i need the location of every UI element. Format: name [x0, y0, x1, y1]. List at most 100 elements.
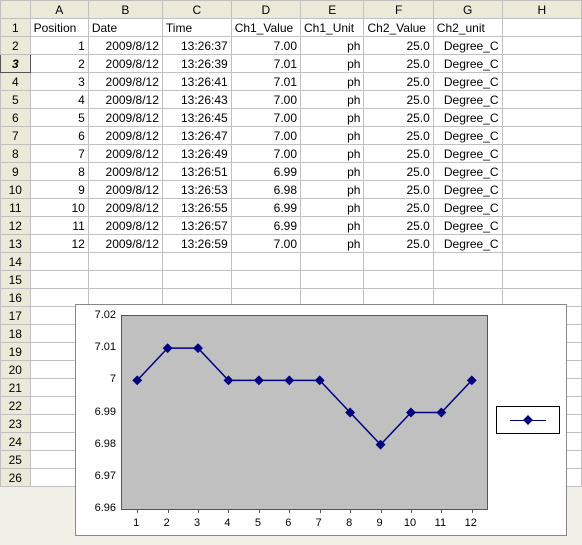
cell[interactable]: Time	[162, 19, 231, 37]
cell[interactable]	[301, 271, 364, 289]
row-header[interactable]: 7	[1, 127, 31, 145]
cell[interactable]	[502, 73, 581, 91]
cell[interactable]: Degree_C	[433, 217, 502, 235]
cell[interactable]: 13:26:37	[162, 37, 231, 55]
cell[interactable]: 13:26:49	[162, 145, 231, 163]
cell[interactable]: 25.0	[364, 91, 433, 109]
table-row[interactable]: 4 3 2009/8/12 13:26:41 7.01 ph 25.0 Degr…	[1, 73, 582, 91]
cell[interactable]: 12	[30, 235, 88, 253]
cell[interactable]: Ch1_Unit	[301, 19, 364, 37]
table-row[interactable]: 7 6 2009/8/12 13:26:47 7.00 ph 25.0 Degr…	[1, 127, 582, 145]
cell[interactable]: 13:26:39	[162, 55, 231, 73]
cell[interactable]: ph	[301, 217, 364, 235]
cell[interactable]: ph	[301, 199, 364, 217]
cell[interactable]: Ch2_unit	[433, 19, 502, 37]
cell[interactable]	[231, 271, 300, 289]
col-header-G[interactable]: G	[433, 1, 502, 19]
row-header[interactable]: 16	[1, 289, 31, 307]
table-row[interactable]: 15	[1, 271, 582, 289]
cell[interactable]	[502, 163, 581, 181]
cell[interactable]	[502, 19, 581, 37]
cell[interactable]: 25.0	[364, 145, 433, 163]
cell[interactable]: 25.0	[364, 235, 433, 253]
cell[interactable]	[502, 109, 581, 127]
row-header[interactable]: 9	[1, 163, 31, 181]
cell[interactable]: 25.0	[364, 109, 433, 127]
cell[interactable]: 13:26:41	[162, 73, 231, 91]
row-header[interactable]: 25	[1, 451, 31, 469]
cell[interactable]: 6.99	[231, 163, 300, 181]
cell[interactable]	[502, 181, 581, 199]
cell[interactable]	[433, 253, 502, 271]
row-header[interactable]: 15	[1, 271, 31, 289]
cell[interactable]: Degree_C	[433, 91, 502, 109]
cell[interactable]: Degree_C	[433, 145, 502, 163]
cell[interactable]: 7	[30, 145, 88, 163]
cell[interactable]: Degree_C	[433, 199, 502, 217]
table-row[interactable]: 8 7 2009/8/12 13:26:49 7.00 ph 25.0 Degr…	[1, 145, 582, 163]
cell[interactable]	[364, 253, 433, 271]
cell[interactable]	[502, 37, 581, 55]
cell[interactable]	[502, 199, 581, 217]
cell[interactable]	[433, 271, 502, 289]
col-header-B[interactable]: B	[88, 1, 162, 19]
row-header[interactable]: 10	[1, 181, 31, 199]
col-header-A[interactable]: A	[30, 1, 88, 19]
cell[interactable]: 25.0	[364, 73, 433, 91]
cell[interactable]: 25.0	[364, 199, 433, 217]
cell[interactable]: 7.01	[231, 73, 300, 91]
cell[interactable]: 2009/8/12	[88, 37, 162, 55]
cell[interactable]: Degree_C	[433, 235, 502, 253]
chart-legend[interactable]	[496, 406, 560, 434]
col-header-H[interactable]: H	[502, 1, 581, 19]
row-header[interactable]: 22	[1, 397, 31, 415]
cell[interactable]: ph	[301, 109, 364, 127]
row-header[interactable]: 21	[1, 379, 31, 397]
cell[interactable]: 13:26:45	[162, 109, 231, 127]
cell[interactable]	[502, 253, 581, 271]
cell[interactable]: 2009/8/12	[88, 145, 162, 163]
cell[interactable]	[162, 271, 231, 289]
cell[interactable]: 2009/8/12	[88, 55, 162, 73]
row-header[interactable]: 1	[1, 19, 31, 37]
cell[interactable]: Degree_C	[433, 181, 502, 199]
cell[interactable]: ph	[301, 37, 364, 55]
cell[interactable]: 13:26:51	[162, 163, 231, 181]
cell[interactable]: 25.0	[364, 181, 433, 199]
cell[interactable]: 7.00	[231, 91, 300, 109]
column-header-row[interactable]: A B C D E F G H	[1, 1, 582, 19]
cell[interactable]	[364, 271, 433, 289]
cell[interactable]	[502, 127, 581, 145]
row-header[interactable]: 24	[1, 433, 31, 451]
cell[interactable]	[502, 91, 581, 109]
cell[interactable]: 2009/8/12	[88, 73, 162, 91]
table-row[interactable]: 13 12 2009/8/12 13:26:59 7.00 ph 25.0 De…	[1, 235, 582, 253]
table-row[interactable]: 14	[1, 253, 582, 271]
cell[interactable]	[502, 145, 581, 163]
cell[interactable]: Degree_C	[433, 73, 502, 91]
cell[interactable]: 6	[30, 127, 88, 145]
cell[interactable]: 7.01	[231, 55, 300, 73]
cell[interactable]: 7.00	[231, 37, 300, 55]
cell[interactable]: 25.0	[364, 217, 433, 235]
table-row[interactable]: 12 11 2009/8/12 13:26:57 6.99 ph 25.0 De…	[1, 217, 582, 235]
cell[interactable]: 13:26:57	[162, 217, 231, 235]
cell[interactable]: 8	[30, 163, 88, 181]
cell[interactable]: 2009/8/12	[88, 127, 162, 145]
cell[interactable]	[502, 235, 581, 253]
cell[interactable]: 13:26:59	[162, 235, 231, 253]
cell[interactable]	[162, 253, 231, 271]
table-row[interactable]: 3 2 2009/8/12 13:26:39 7.01 ph 25.0 Degr…	[1, 55, 582, 73]
table-row[interactable]: 5 4 2009/8/12 13:26:43 7.00 ph 25.0 Degr…	[1, 91, 582, 109]
cell[interactable]	[30, 253, 88, 271]
cell[interactable]: Position	[30, 19, 88, 37]
cell[interactable]: 25.0	[364, 163, 433, 181]
row-header[interactable]: 4	[1, 73, 31, 91]
cell[interactable]: Degree_C	[433, 109, 502, 127]
cell[interactable]: 2009/8/12	[88, 199, 162, 217]
cell[interactable]: Degree_C	[433, 37, 502, 55]
cell[interactable]: 2009/8/12	[88, 181, 162, 199]
cell[interactable]: 2009/8/12	[88, 163, 162, 181]
cell[interactable]: 6.98	[231, 181, 300, 199]
table-row[interactable]: 11 10 2009/8/12 13:26:55 6.99 ph 25.0 De…	[1, 199, 582, 217]
